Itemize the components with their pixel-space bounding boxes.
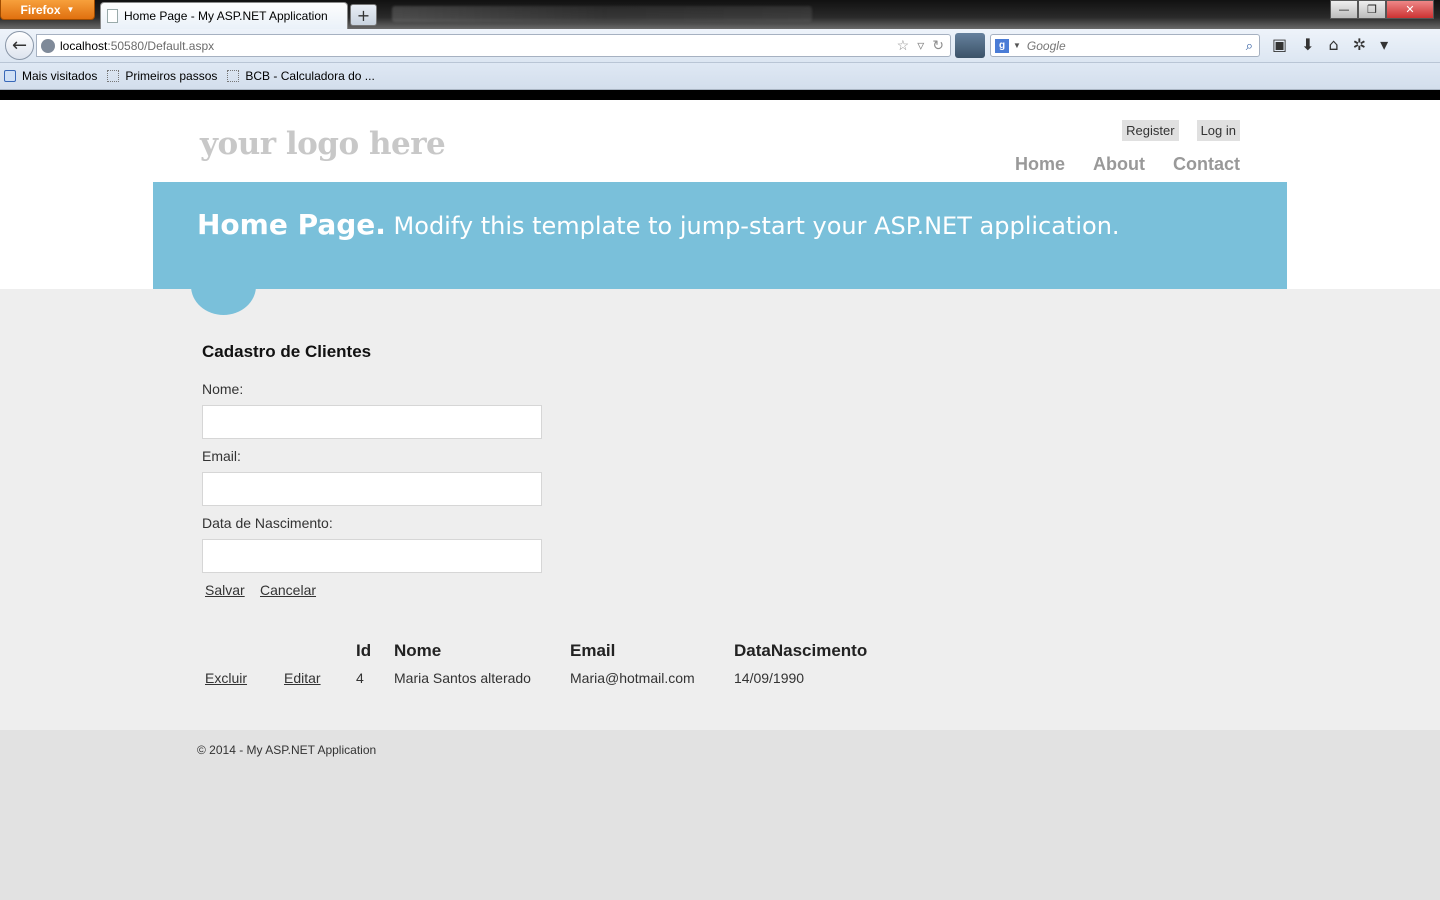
search-input-placeholder: Google [1026,38,1066,53]
page-icon [107,9,118,23]
delete-button[interactable]: Excluir [205,670,247,686]
bookmark-label: Mais visitados [22,69,98,83]
arrow-left-icon: ← [11,35,28,56]
search-bar[interactable]: g ▼ Google ⌕ [990,34,1260,57]
close-button[interactable]: ✕ [1386,0,1434,19]
home-icon[interactable]: ⌂ [1329,35,1339,54]
cancel-button[interactable]: Cancelar [260,582,316,598]
bookmarks-menu-icon[interactable]: ▣ [1272,35,1287,54]
login-link[interactable]: Log in [1196,120,1240,141]
download-icon[interactable]: ⬇ [1301,35,1314,54]
cell-id: 4 [356,670,364,686]
page-icon [107,70,120,82]
globe-icon [41,38,55,53]
menu-item-home[interactable]: Home [1015,154,1065,175]
email-label: Email: [202,448,241,464]
grid-header-datanascimento: DataNascimento [734,641,868,660]
cell-datanascimento: 14/09/1990 [734,670,805,686]
grid-header-id: Id [356,641,372,660]
divider [0,90,1440,100]
cell-nome: Maria Santos alterado [394,670,531,686]
minimize-button[interactable]: — [1330,0,1358,19]
bookmark-item[interactable]: BCB - Calculadora do ... [227,69,375,83]
page-content: your logo here Register Log in Home Abou… [0,100,1440,900]
star-bookmark-icon[interactable]: ☆ [897,37,910,54]
toolbar-icons: ▣ ⬇ ⌂ ✲ ▾ [1272,35,1388,54]
nascimento-label: Data de Nascimento: [202,515,333,531]
featured-title-text: Modify this template to jump-start your … [385,212,1120,240]
browser-navbar: ← localhost :50580/Default.aspx ☆ ▿ ↻ g … [0,29,1440,63]
nome-label: Nome: [202,381,244,397]
bookmark-label: Primeiros passos [125,69,218,83]
bookmark-label: BCB - Calculadora do ... [245,69,375,83]
page-icon [227,70,240,82]
chevron-down-icon[interactable]: ▼ [1013,41,1021,50]
featured-title-strong: Home Page. [197,208,386,241]
grid-header-nome: Nome [394,641,442,660]
window-controls: — ❐ ✕ [1330,0,1434,19]
new-tab-button[interactable]: + [350,4,377,26]
most-visited-icon [4,70,16,82]
firefox-menu-label: Firefox [20,2,61,17]
tab-title: Home Page - My ASP.NET Application [124,9,328,23]
form-title: Cadastro de Clientes [202,342,372,361]
chevron-down-icon: ▼ [66,5,75,14]
chevron-down-icon[interactable]: ▿ [917,37,924,54]
google-icon: g [995,38,1009,53]
bookmarks-toolbar: Mais visitados Primeiros passos BCB - Ca… [0,63,1440,90]
save-button[interactable]: Salvar [205,582,245,598]
featured-banner: Home Page. Modify this template to jump-… [153,182,1287,289]
cell-email: Maria@hotmail.com [570,670,695,686]
search-icon[interactable]: ⌕ [1246,38,1253,54]
main-content: Cadastro de Clientes Nome: Email: Data d… [0,257,1440,730]
back-button[interactable]: ← [5,31,34,60]
nome-input[interactable] [202,405,542,439]
chevron-down-icon[interactable]: ▾ [1380,35,1388,54]
url-host: localhost [60,38,108,53]
site-footer: © 2014 - My ASP.NET Application [0,730,1440,900]
edit-button[interactable]: Editar [284,670,321,686]
addon-icon[interactable]: ✲ [1353,35,1366,54]
email-input[interactable] [202,472,542,506]
browser-tab-active[interactable]: Home Page - My ASP.NET Application [100,2,348,29]
decorative-circle [191,257,256,315]
browser-titlebar: Firefox ▼ Home Page - My ASP.NET Applica… [0,0,1440,29]
url-tools: ☆ ▿ ↻ [897,37,944,54]
bookmark-item[interactable]: Mais visitados [4,69,97,83]
grid-header-email: Email [570,641,616,660]
menu-item-about[interactable]: About [1093,154,1145,175]
login-links: Register Log in [1122,120,1240,141]
main-menu: Home About Contact [1015,154,1240,175]
menu-item-contact[interactable]: Contact [1173,154,1240,175]
url-path: :50580/Default.aspx [107,38,215,53]
maximize-button[interactable]: ❐ [1358,0,1386,19]
url-bar[interactable]: localhost :50580/Default.aspx ☆ ▿ ↻ [36,34,951,57]
reload-icon[interactable]: ↻ [932,37,944,54]
site-logo[interactable]: your logo here [200,126,446,162]
bookmark-item[interactable]: Primeiros passos [107,69,217,83]
register-link[interactable]: Register [1122,120,1179,141]
plus-icon: + [356,5,371,25]
nascimento-input[interactable] [202,539,542,573]
feed-icon[interactable] [955,33,985,58]
featured-title: Home Page. Modify this template to jump-… [197,208,1120,241]
footer-copyright: © 2014 - My ASP.NET Application [197,743,377,757]
background-tabs[interactable] [392,6,812,22]
firefox-menu-button[interactable]: Firefox ▼ [0,0,95,20]
